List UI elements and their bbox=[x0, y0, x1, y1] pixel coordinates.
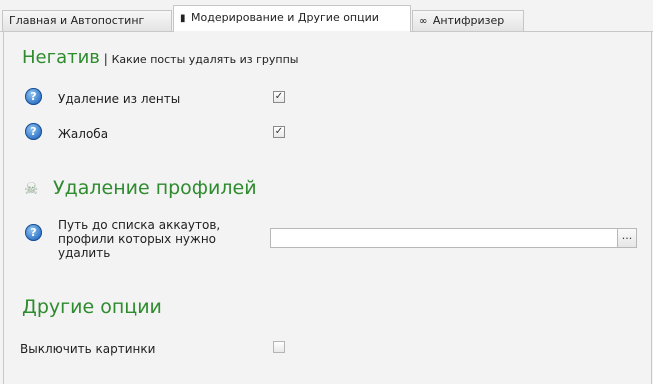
other-options-title: Другие опции bbox=[22, 296, 162, 318]
tab-label: Антифризер bbox=[432, 14, 505, 27]
profiles-section-header: Удаление профилей bbox=[53, 177, 257, 199]
tab-label: Главная и Автопостинг bbox=[9, 14, 145, 27]
infinity-icon: ∞ bbox=[419, 16, 428, 27]
complaint-label: Жалоба bbox=[58, 127, 109, 141]
tab-strip: Главная и Автопостинг ▮ Модерирование и … bbox=[0, 0, 653, 32]
complaint-checkbox[interactable]: ✓ bbox=[273, 126, 285, 138]
tab-moderation-other-options[interactable]: ▮ Модерирование и Другие опции bbox=[173, 5, 411, 32]
negative-separator: | bbox=[103, 52, 108, 66]
disable-images-label: Выключить картинки bbox=[20, 342, 156, 356]
account-list-path-input[interactable] bbox=[270, 228, 618, 248]
delete-from-feed-label: Удаление из ленты bbox=[58, 92, 181, 106]
account-list-path-label: Путь до списка аккаутов, профили которых… bbox=[58, 218, 221, 260]
skull-crossbones-icon: ☠ bbox=[24, 179, 39, 198]
help-icon[interactable]: ? bbox=[25, 123, 42, 140]
negative-subtitle: Какие посты удалять из группы bbox=[111, 53, 299, 66]
negative-section-header: Негатив | Какие посты удалять из группы bbox=[22, 47, 299, 68]
tab-antifreezer[interactable]: ∞ Антифризер bbox=[412, 10, 524, 31]
profiles-title: Удаление профилей bbox=[53, 177, 257, 199]
active-tab-join bbox=[174, 31, 410, 33]
help-icon[interactable]: ? bbox=[25, 88, 42, 105]
tab-label: Модерирование и Другие опции bbox=[191, 11, 379, 24]
browse-button[interactable]: ... bbox=[617, 228, 637, 248]
other-options-header: Другие опции bbox=[22, 296, 162, 318]
negative-title: Негатив bbox=[22, 47, 100, 68]
tab-main-autoposting[interactable]: Главная и Автопостинг bbox=[2, 10, 172, 31]
delete-from-feed-checkbox[interactable]: ✓ bbox=[273, 91, 285, 103]
disable-images-checkbox[interactable] bbox=[273, 341, 285, 353]
panel-icon: ▮ bbox=[180, 13, 186, 24]
help-icon[interactable]: ? bbox=[25, 224, 42, 241]
tab-content-panel bbox=[3, 31, 652, 384]
